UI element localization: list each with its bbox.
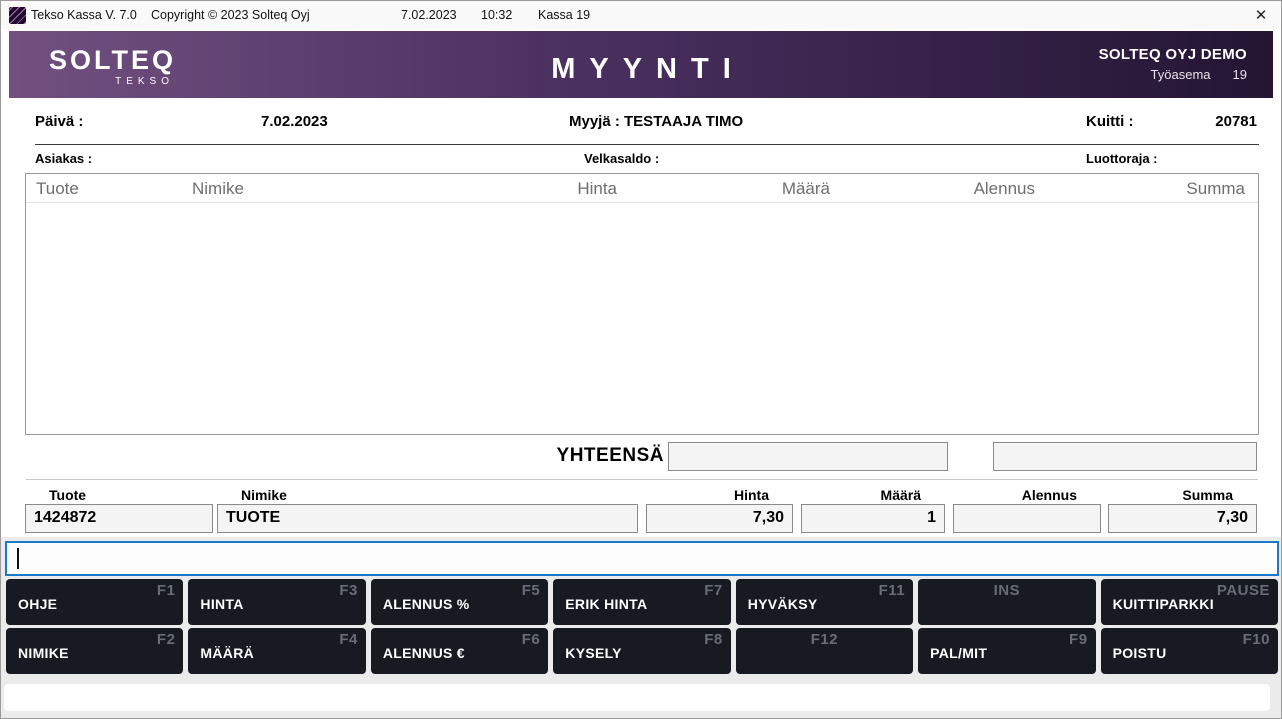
fkey-label: HYVÄKSY xyxy=(748,596,818,612)
app-window: Tekso Kassa V. 7.0 Copyright © 2023 Solt… xyxy=(0,0,1282,719)
fkey-keyname: F5 xyxy=(522,582,541,599)
fkey-keyname: F8 xyxy=(704,631,723,648)
entry-label-summa: Summa xyxy=(1108,487,1257,503)
workstation-line: Työasema 19 xyxy=(1099,67,1247,82)
entry-label-maara: Määrä xyxy=(801,487,945,503)
fkey-keyname: F10 xyxy=(1243,631,1270,648)
seller-label: Myyjä : TESTAAJA TIMO xyxy=(569,113,743,130)
column-header-summa: Summa xyxy=(1186,179,1245,199)
copyright-text: Copyright © 2023 Solteq Oyj xyxy=(151,8,310,22)
entry-divider xyxy=(26,479,1258,480)
app-icon xyxy=(9,7,26,24)
fkey-maara-button[interactable]: F4 MÄÄRÄ xyxy=(188,628,365,674)
header-right-block: SOLTEQ OYJ DEMO Työasema 19 xyxy=(1099,46,1247,82)
fkey-keyname: F4 xyxy=(339,631,358,648)
header-divider xyxy=(35,144,1259,145)
fkey-keyname: F11 xyxy=(879,582,906,599)
total-label: YHTEENSÄ xyxy=(401,445,664,467)
fkey-label: KYSELY xyxy=(565,645,622,661)
customer-label: Asiakas : xyxy=(35,151,92,166)
fkey-keyname: F7 xyxy=(704,582,723,599)
receipt-lines-table: Tuote Nimike Hinta Määrä Alennus Summa xyxy=(25,173,1259,435)
fkey-label: NIMIKE xyxy=(18,645,69,661)
entry-field-maara[interactable]: 1 xyxy=(801,504,945,533)
fkey-hinta-button[interactable]: F3 HINTA xyxy=(188,579,365,625)
text-cursor xyxy=(17,548,19,569)
fkey-erik-hinta-button[interactable]: F7 ERIK HINTA xyxy=(553,579,730,625)
column-header-nimike: Nimike xyxy=(192,179,244,199)
fkey-ins-button[interactable]: INS xyxy=(918,579,1095,625)
fkey-keyname: F3 xyxy=(339,582,358,599)
credit-label: Luottoraja : xyxy=(1086,151,1158,166)
fkey-keyname: INS xyxy=(918,582,1095,599)
screen-title: MYYNTI xyxy=(9,53,1273,86)
fkey-kuittiparkki-button[interactable]: PAUSE KUITTIPARKKI xyxy=(1101,579,1278,625)
fkey-label: POISTU xyxy=(1113,645,1167,661)
fkey-ohje-button[interactable]: F1 OHJE xyxy=(6,579,183,625)
fkey-keyname: F1 xyxy=(157,582,176,599)
fkey-hyvaksy-button[interactable]: F11 HYVÄKSY xyxy=(736,579,913,625)
fkey-label: PAL/MIT xyxy=(930,645,987,661)
fkey-label: ERIK HINTA xyxy=(565,596,647,612)
entry-field-tuote[interactable]: 1424872 xyxy=(25,504,213,533)
entry-label-hinta: Hinta xyxy=(646,487,793,503)
fkey-alennus-pct-button[interactable]: F5 ALENNUS % xyxy=(371,579,548,625)
column-header-hinta: Hinta xyxy=(577,179,617,199)
fkey-label: MÄÄRÄ xyxy=(200,645,254,661)
fkey-poistu-button[interactable]: F10 POISTU xyxy=(1101,628,1278,674)
fkey-label: OHJE xyxy=(18,596,57,612)
titlebar-register: Kassa 19 xyxy=(538,8,590,22)
fkey-keyname: F9 xyxy=(1069,631,1088,648)
receipt-label: Kuitti : xyxy=(1086,113,1133,130)
column-header-alennus: Alennus xyxy=(974,179,1035,199)
entry-field-hinta[interactable]: 7,30 xyxy=(646,504,793,533)
app-title: Tekso Kassa V. 7.0 xyxy=(31,8,137,22)
date-label: Päivä : xyxy=(35,113,83,130)
entry-field-nimike[interactable]: TUOTE xyxy=(217,504,638,533)
column-header-maara: Määrä xyxy=(782,179,830,199)
total-secondary-field xyxy=(993,442,1257,471)
titlebar-time: 10:32 xyxy=(481,8,512,22)
titlebar: Tekso Kassa V. 7.0 Copyright © 2023 Solt… xyxy=(1,1,1281,29)
workstation-label: Työasema xyxy=(1151,67,1211,82)
fkey-kysely-button[interactable]: F8 KYSELY xyxy=(553,628,730,674)
function-key-grid: F1 OHJE F3 HINTA F5 ALENNUS % F7 ERIK HI… xyxy=(6,579,1278,674)
fkey-pal-mit-button[interactable]: F9 PAL/MIT xyxy=(918,628,1095,674)
app-header: SOLTEQ TEKSO MYYNTI SOLTEQ OYJ DEMO Työa… xyxy=(9,31,1273,98)
entry-field-alennus[interactable] xyxy=(953,504,1101,533)
fkey-keyname: F6 xyxy=(522,631,541,648)
lower-panel: F1 OHJE F3 HINTA F5 ALENNUS % F7 ERIK HI… xyxy=(1,537,1281,719)
table-header-row: Tuote Nimike Hinta Määrä Alennus Summa xyxy=(26,174,1258,203)
entry-label-alennus: Alennus xyxy=(953,487,1101,503)
date-value: 7.02.2023 xyxy=(261,113,328,130)
status-bar xyxy=(4,684,1270,711)
fkey-keyname: F12 xyxy=(736,631,913,648)
company-name: SOLTEQ OYJ DEMO xyxy=(1099,46,1247,63)
fkey-alennus-eur-button[interactable]: F6 ALENNUS € xyxy=(371,628,548,674)
close-icon[interactable]: ✕ xyxy=(1249,1,1273,29)
command-input[interactable] xyxy=(5,541,1279,576)
fkey-nimike-button[interactable]: F2 NIMIKE xyxy=(6,628,183,674)
fkey-label: HINTA xyxy=(200,596,243,612)
receipt-number: 20781 xyxy=(1161,113,1257,130)
fkey-keyname: PAUSE xyxy=(1217,582,1270,599)
entry-field-summa[interactable]: 7,30 xyxy=(1108,504,1257,533)
entry-label-tuote: Tuote xyxy=(25,487,213,503)
debt-label: Velkasaldo : xyxy=(584,151,659,166)
fkey-keyname: F2 xyxy=(157,631,176,648)
titlebar-date: 7.02.2023 xyxy=(401,8,457,22)
fkey-label: KUITTIPARKKI xyxy=(1113,596,1214,612)
entry-label-nimike: Nimike xyxy=(217,487,638,503)
column-header-tuote: Tuote xyxy=(36,179,79,199)
total-amount-field xyxy=(668,442,948,471)
workstation-value: 19 xyxy=(1233,67,1247,82)
fkey-label: ALENNUS € xyxy=(383,645,465,661)
fkey-f12-button[interactable]: F12 xyxy=(736,628,913,674)
fkey-label: ALENNUS % xyxy=(383,596,470,612)
